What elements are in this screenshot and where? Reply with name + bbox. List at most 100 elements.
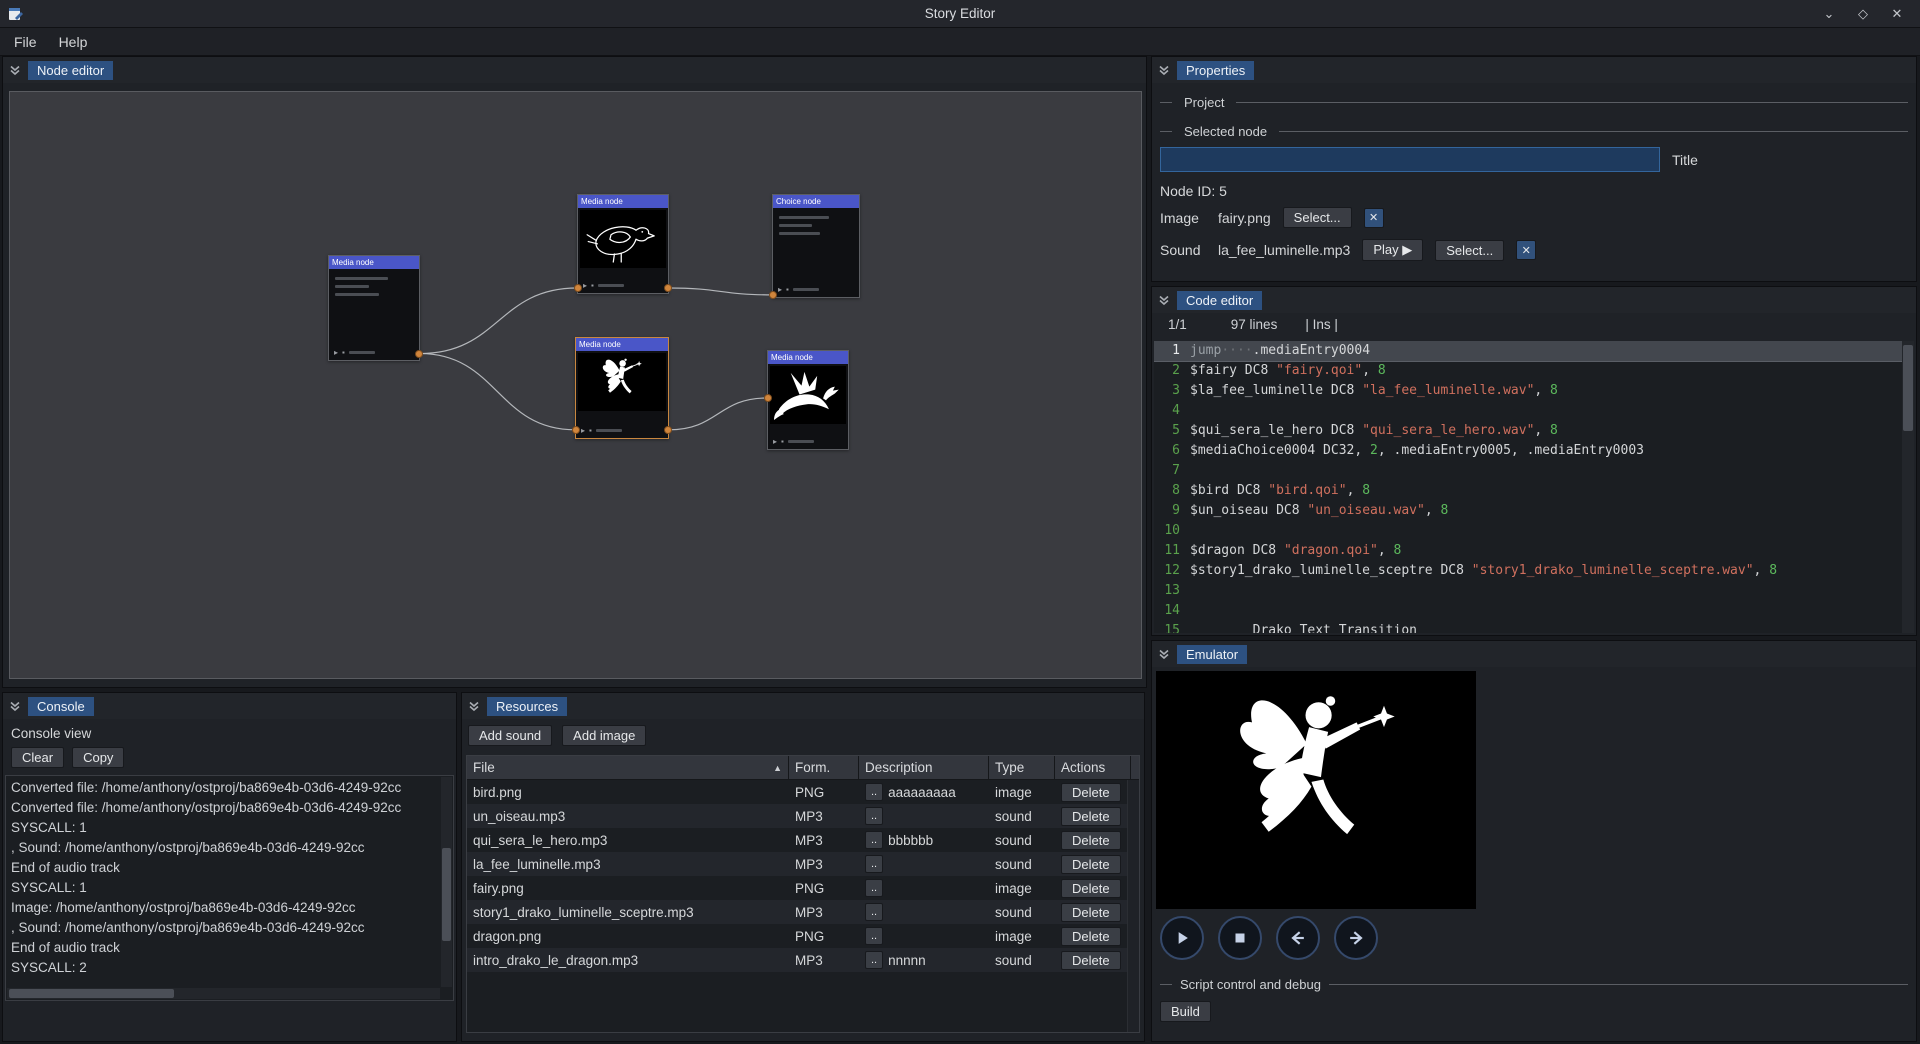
collapse-icon[interactable] bbox=[8, 63, 22, 77]
console-title[interactable]: Console bbox=[28, 697, 94, 716]
resources-vertical-scrollbar[interactable] bbox=[1127, 780, 1139, 1032]
scrollbar-thumb[interactable] bbox=[1903, 345, 1913, 431]
code-line[interactable]: 14 bbox=[1154, 601, 1914, 621]
add-image-button[interactable]: Add image bbox=[562, 725, 646, 746]
code-line[interactable]: 6$mediaChoice0004 DC32, 2, .mediaEntry00… bbox=[1154, 441, 1914, 461]
edit-description-button[interactable]: .. bbox=[865, 927, 883, 945]
graph-node-4[interactable]: Media node▸▪ bbox=[575, 337, 669, 439]
properties-title[interactable]: Properties bbox=[1177, 61, 1254, 80]
resources-title[interactable]: Resources bbox=[487, 697, 567, 716]
code-line[interactable]: 3$la_fee_luminelle DC8 "la_fee_luminelle… bbox=[1154, 381, 1914, 401]
copy-button[interactable]: Copy bbox=[72, 747, 124, 768]
image-select-button[interactable]: Select... bbox=[1283, 207, 1352, 228]
code-editor-area[interactable]: 1jump····.mediaEntry00042$fairy DC8 "fai… bbox=[1154, 341, 1914, 633]
edit-description-button[interactable]: .. bbox=[865, 951, 883, 969]
table-row[interactable]: story1_drako_luminelle_sceptre.mp3MP3..s… bbox=[467, 900, 1139, 924]
code-line[interactable]: 2$fairy DC8 "fairy.qoi", 8 bbox=[1154, 361, 1914, 381]
console-vertical-scrollbar[interactable] bbox=[441, 777, 452, 987]
build-button[interactable]: Build bbox=[1160, 1001, 1211, 1022]
collapse-icon[interactable] bbox=[1157, 647, 1171, 661]
table-row[interactable]: bird.pngPNG..aaaaaaaaaimageDelete bbox=[467, 780, 1139, 804]
code-line[interactable]: 12$story1_drako_luminelle_sceptre DC8 "s… bbox=[1154, 561, 1914, 581]
code-line[interactable]: 15 Drako Text Transition bbox=[1154, 621, 1914, 633]
collapse-icon[interactable] bbox=[467, 699, 481, 713]
sound-play-button[interactable]: Play ▶ bbox=[1362, 239, 1423, 261]
bird-thumbnail bbox=[580, 210, 666, 268]
input-port[interactable] bbox=[764, 394, 772, 402]
column-header-description[interactable]: Description bbox=[859, 756, 989, 779]
node-editor-title[interactable]: Node editor bbox=[28, 61, 113, 80]
input-port[interactable] bbox=[572, 426, 580, 434]
code-line[interactable]: 9$un_oiseau DC8 "un_oiseau.wav", 8 bbox=[1154, 501, 1914, 521]
title-bar[interactable]: Story Editor ⌄◇✕ bbox=[0, 0, 1920, 28]
graph-node-2[interactable]: Media node▸▪ bbox=[577, 194, 669, 294]
window-minimize-button[interactable]: ⌄ bbox=[1814, 6, 1844, 22]
code-line[interactable]: 8$bird DC8 "bird.qoi", 8 bbox=[1154, 481, 1914, 501]
delete-button[interactable]: Delete bbox=[1061, 783, 1121, 802]
node-canvas[interactable]: Media node▸▪ Media node▸▪ Choice node▸▪ Med… bbox=[9, 91, 1142, 679]
delete-button[interactable]: Delete bbox=[1061, 807, 1121, 826]
sound-clear-button[interactable]: ✕ bbox=[1516, 240, 1536, 260]
table-row[interactable]: intro_drako_le_dragon.mp3MP3..nnnnnsound… bbox=[467, 948, 1139, 972]
code-line[interactable]: 11$dragon DC8 "dragon.qoi", 8 bbox=[1154, 541, 1914, 561]
input-port[interactable] bbox=[769, 291, 777, 299]
output-port[interactable] bbox=[415, 350, 423, 358]
scrollbar-thumb[interactable] bbox=[9, 989, 174, 998]
output-port[interactable] bbox=[664, 284, 672, 292]
menu-file-item[interactable]: File bbox=[4, 31, 47, 53]
table-row[interactable]: dragon.pngPNG..imageDelete bbox=[467, 924, 1139, 948]
window-restore-button[interactable]: ◇ bbox=[1848, 6, 1878, 22]
title-input[interactable] bbox=[1160, 147, 1660, 172]
table-row[interactable]: la_fee_luminelle.mp3MP3..soundDelete bbox=[467, 852, 1139, 876]
output-port[interactable] bbox=[664, 426, 672, 434]
delete-button[interactable]: Delete bbox=[1061, 879, 1121, 898]
graph-node-5[interactable]: Media node▸▪ bbox=[767, 350, 849, 450]
column-header-form[interactable]: Form. bbox=[789, 756, 859, 779]
graph-node-3[interactable]: Choice node▸▪ bbox=[772, 194, 860, 298]
code-line[interactable]: 5$qui_sera_le_hero DC8 "qui_sera_le_hero… bbox=[1154, 421, 1914, 441]
column-header-file[interactable]: File▲ bbox=[467, 756, 789, 779]
code-vertical-scrollbar[interactable] bbox=[1902, 341, 1914, 633]
delete-button[interactable]: Delete bbox=[1061, 927, 1121, 946]
table-row[interactable]: fairy.pngPNG..imageDelete bbox=[467, 876, 1139, 900]
edit-description-button[interactable]: .. bbox=[865, 831, 883, 849]
delete-button[interactable]: Delete bbox=[1061, 831, 1121, 850]
delete-button[interactable]: Delete bbox=[1061, 855, 1121, 874]
console-log-box[interactable]: Converted file: /home/anthony/ostproj/ba… bbox=[5, 775, 454, 1001]
scrollbar-thumb[interactable] bbox=[442, 848, 451, 940]
collapse-icon[interactable] bbox=[1157, 293, 1171, 307]
emulator-title[interactable]: Emulator bbox=[1177, 645, 1247, 664]
console-horizontal-scrollbar[interactable] bbox=[7, 988, 440, 999]
clear-button[interactable]: Clear bbox=[11, 747, 64, 768]
emulator-stop-button[interactable] bbox=[1218, 916, 1262, 960]
add-sound-button[interactable]: Add sound bbox=[468, 725, 552, 746]
emulator-step-back-button[interactable] bbox=[1276, 916, 1320, 960]
emulator-step-forward-button[interactable] bbox=[1334, 916, 1378, 960]
table-row[interactable]: qui_sera_le_hero.mp3MP3..bbbbbbsoundDele… bbox=[467, 828, 1139, 852]
delete-button[interactable]: Delete bbox=[1061, 951, 1121, 970]
code-line[interactable]: 4 bbox=[1154, 401, 1914, 421]
graph-node-1[interactable]: Media node▸▪ bbox=[328, 255, 420, 361]
table-row[interactable]: un_oiseau.mp3MP3..soundDelete bbox=[467, 804, 1139, 828]
code-line[interactable]: 10 bbox=[1154, 521, 1914, 541]
input-port[interactable] bbox=[574, 284, 582, 292]
edit-description-button[interactable]: .. bbox=[865, 879, 883, 897]
window-close-button[interactable]: ✕ bbox=[1882, 6, 1912, 22]
menu-help-item[interactable]: Help bbox=[49, 31, 98, 53]
sound-select-button[interactable]: Select... bbox=[1435, 240, 1504, 261]
column-header-type[interactable]: Type bbox=[989, 756, 1055, 779]
delete-button[interactable]: Delete bbox=[1061, 903, 1121, 922]
edit-description-button[interactable]: .. bbox=[865, 783, 883, 801]
code-editor-title[interactable]: Code editor bbox=[1177, 291, 1262, 310]
code-line[interactable]: 7 bbox=[1154, 461, 1914, 481]
code-line[interactable]: 1jump····.mediaEntry0004 bbox=[1154, 341, 1914, 361]
image-clear-button[interactable]: ✕ bbox=[1364, 208, 1384, 228]
collapse-icon[interactable] bbox=[8, 699, 22, 713]
edit-description-button[interactable]: .. bbox=[865, 855, 883, 873]
emulator-play-button[interactable] bbox=[1160, 916, 1204, 960]
collapse-icon[interactable] bbox=[1157, 63, 1171, 77]
edit-description-button[interactable]: .. bbox=[865, 903, 883, 921]
edit-description-button[interactable]: .. bbox=[865, 807, 883, 825]
column-header-actions[interactable]: Actions bbox=[1055, 756, 1131, 779]
code-line[interactable]: 13 bbox=[1154, 581, 1914, 601]
